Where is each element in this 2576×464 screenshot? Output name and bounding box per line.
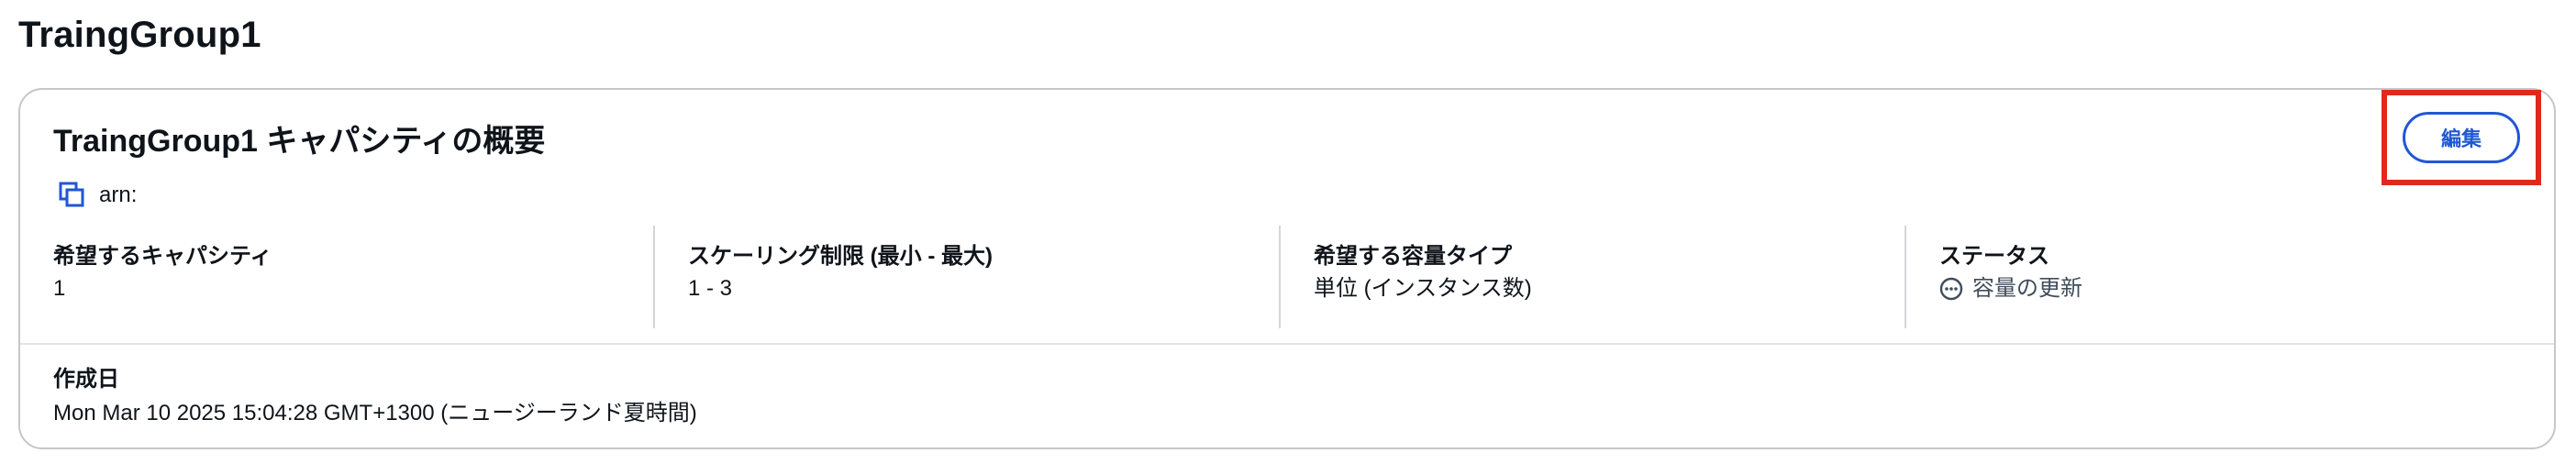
desired-capacity-value: 1 (53, 276, 66, 301)
metric-label: ステータス (1939, 244, 2049, 269)
metric-value: 容量の更新 (1939, 273, 2558, 304)
scaling-limits-value: 1 - 3 (688, 276, 733, 301)
created-date-value: Mon Mar 10 2025 15:04:28 GMT+1300 (ニュージー… (53, 401, 697, 425)
section-divider (20, 343, 2554, 345)
card-title: TraingGroup1 キャパシティの概要 (53, 124, 546, 159)
status-value: 容量の更新 (1972, 276, 2082, 301)
capacity-metrics: 希望するキャパシティ 1 スケーリング制限 (最小 - 最大) 1 - 3 希望… (20, 226, 2554, 328)
metric-value: 単位 (インスタンス数) (1314, 273, 1904, 304)
capacity-overview-card: TraingGroup1 キャパシティの概要 arn: 編集 希望するキャパシテ… (18, 88, 2556, 449)
arn-row: arn: (59, 182, 137, 209)
edit-button[interactable]: 編集 (2403, 112, 2520, 163)
metric-label: 希望する容量タイプ (1314, 244, 1512, 269)
metric-label: スケーリング制限 (最小 - 最大) (688, 244, 993, 269)
metric-status: ステータス 容量の更新 (1904, 226, 2558, 328)
created-date-label: 作成日 (53, 367, 119, 392)
metric-label: 希望するキャパシティ (53, 244, 272, 269)
capacity-type-value: 単位 (インスタンス数) (1314, 276, 1532, 301)
edit-highlight-box: 編集 (2382, 90, 2541, 185)
created-date-section: 作成日 Mon Mar 10 2025 15:04:28 GMT+1300 (ニ… (53, 365, 697, 429)
copy-icon[interactable] (59, 182, 86, 209)
metric-capacity-type: 希望する容量タイプ 単位 (インスタンス数) (1279, 226, 1904, 328)
metric-desired-capacity: 希望するキャパシティ 1 (20, 226, 653, 328)
ellipsis-circle-icon (1939, 277, 1963, 301)
arn-label: arn: (99, 182, 138, 207)
metric-scaling-limits: スケーリング制限 (最小 - 最大) 1 - 3 (653, 226, 1279, 328)
metric-value: 1 - 3 (688, 273, 1279, 304)
page-title: TraingGroup1 (18, 15, 261, 55)
metric-value: 1 (53, 273, 653, 304)
